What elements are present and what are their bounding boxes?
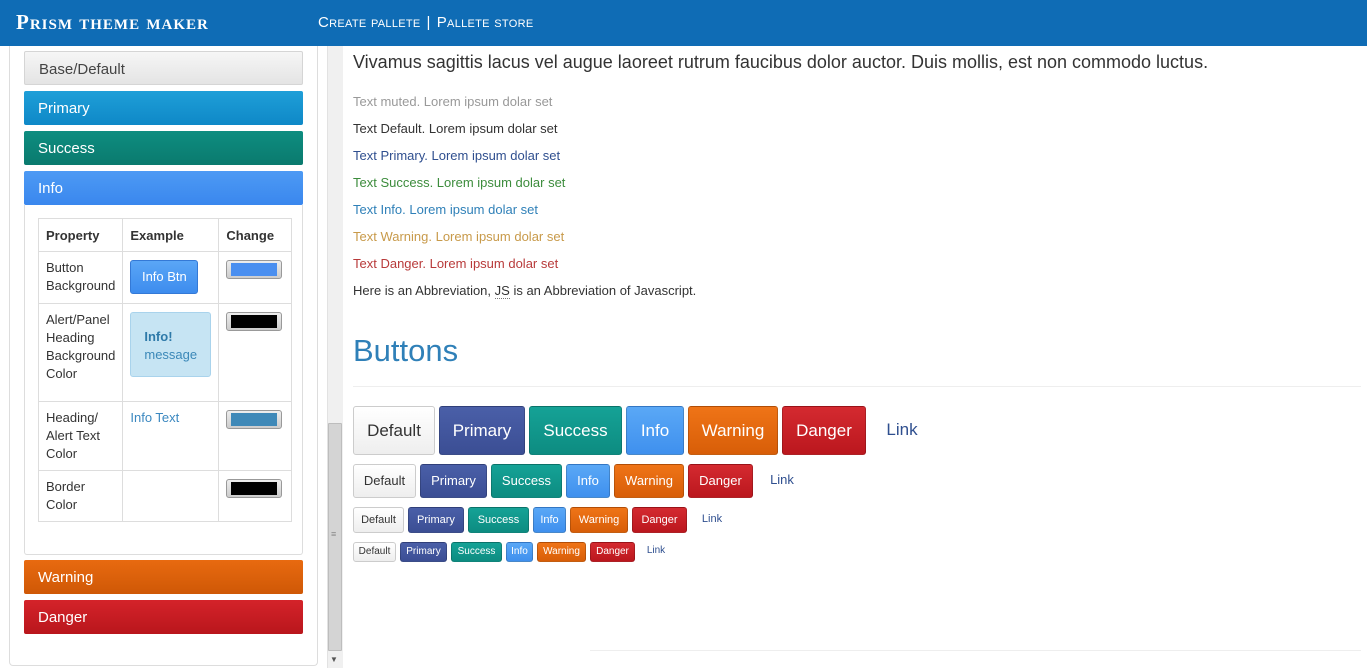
abbr-post: is an Abbreviation of Javascript.	[513, 283, 697, 298]
property-table: Property Example Change Button Backgroun…	[37, 218, 292, 522]
divider	[353, 386, 1361, 387]
color-picker-border-color[interactable]	[226, 479, 283, 498]
change-cell	[218, 470, 292, 522]
accordion-warning[interactable]: Warning	[24, 560, 303, 594]
table-header-row: Property Example Change	[37, 218, 292, 252]
accordion-danger[interactable]: Danger	[24, 600, 303, 634]
alert-message: message	[144, 347, 198, 362]
color-picker-button-bg[interactable]	[226, 260, 283, 279]
primary-button-xs[interactable]: Primary	[400, 542, 447, 562]
accordion-success[interactable]: Success	[24, 131, 303, 165]
warning-button-sm[interactable]: Warning	[570, 507, 628, 533]
example-cell: Info Text	[122, 401, 220, 471]
warning-button-xs[interactable]: Warning	[537, 542, 586, 562]
text-default: Text Default. Lorem ipsum dolar set	[353, 121, 558, 136]
buttons-row-xsmall: Default Primary Success Info Warning Dan…	[353, 542, 677, 562]
table-row: Border Color	[37, 470, 292, 522]
accordion-primary[interactable]: Primary	[24, 91, 303, 125]
change-cell	[218, 303, 292, 402]
nav-link-pallete-store[interactable]: Pallete store	[437, 14, 534, 31]
abbr-js[interactable]: JS	[494, 283, 510, 299]
success-button-sm[interactable]: Success	[468, 507, 529, 533]
text-muted: Text muted. Lorem ipsum dolar set	[353, 94, 553, 109]
header-change: Change	[218, 218, 292, 252]
alert-title: Info!	[144, 329, 173, 344]
danger-button-sm[interactable]: Danger	[632, 507, 687, 533]
change-cell	[218, 401, 292, 471]
buttons-row-large: Default Primary Success Info Warning Dan…	[353, 406, 938, 455]
success-button-lg[interactable]: Success	[529, 406, 622, 455]
link-button-xs[interactable]: Link	[639, 542, 673, 562]
default-button-sm[interactable]: Default	[353, 507, 404, 533]
danger-button-md[interactable]: Danger	[688, 464, 753, 498]
color-swatch	[231, 413, 278, 426]
abbreviation-line: Here is an Abbreviation, JS is an Abbrev…	[353, 283, 697, 299]
scroll-down-arrow-icon[interactable]: ▼	[330, 655, 338, 664]
info-btn-example[interactable]: Info Btn	[130, 260, 199, 294]
brand-title[interactable]: Prism theme maker	[16, 10, 209, 35]
color-picker-text-color[interactable]	[226, 410, 283, 429]
example-cell: Info! message	[122, 303, 220, 402]
example-cell: Info Btn	[122, 251, 220, 304]
warning-button-md[interactable]: Warning	[614, 464, 684, 498]
accordion-base-default[interactable]: Base/Default	[24, 51, 303, 85]
example-cell	[122, 470, 220, 522]
header-property: Property	[37, 218, 124, 252]
table-row: Button Background Info Btn	[37, 251, 292, 304]
primary-button-sm[interactable]: Primary	[408, 507, 464, 533]
bottom-divider	[590, 650, 1361, 651]
link-button-sm[interactable]: Link	[691, 507, 733, 533]
nav-links: Create pallete | Pallete store	[318, 14, 533, 31]
color-swatch	[231, 315, 278, 328]
info-button-md[interactable]: Info	[566, 464, 610, 498]
abbr-pre: Here is an Abbreviation,	[353, 283, 492, 298]
header-example: Example	[122, 218, 220, 252]
lead-paragraph: Vivamus sagittis lacus vel augue laoreet…	[353, 52, 1209, 72]
buttons-row-small: Default Primary Success Info Warning Dan…	[353, 507, 737, 533]
nav-separator: |	[426, 14, 431, 31]
primary-button-lg[interactable]: Primary	[439, 406, 525, 455]
table-row: Heading/ Alert Text Color Info Text	[37, 401, 292, 471]
text-warning: Text Warning. Lorem ipsum dolar set	[353, 229, 565, 244]
grip-icon: ≡	[331, 529, 337, 539]
primary-button-md[interactable]: Primary	[420, 464, 487, 498]
property-label: Border Color	[37, 470, 124, 522]
default-button-xs[interactable]: Default	[353, 542, 396, 562]
color-swatch	[231, 482, 278, 495]
info-alert-example: Info! message	[130, 312, 212, 377]
top-navbar: Prism theme maker Create pallete | Pallete…	[0, 0, 1367, 46]
table-row: Alert/Panel Heading Background Color Inf…	[37, 303, 292, 402]
nav-link-create-pallete[interactable]: Create pallete	[318, 14, 421, 31]
warning-button-lg[interactable]: Warning	[688, 406, 778, 455]
color-picker-heading-bg[interactable]	[226, 312, 283, 331]
link-button-lg[interactable]: Link	[870, 406, 934, 455]
change-cell	[218, 251, 292, 304]
default-button-lg[interactable]: Default	[353, 406, 435, 455]
buttons-heading: Buttons	[353, 333, 459, 368]
text-info: Text Info. Lorem ipsum dolar set	[353, 202, 538, 217]
buttons-row-medium: Default Primary Success Info Warning Dan…	[353, 464, 811, 498]
property-label: Heading/ Alert Text Color	[37, 401, 124, 471]
color-swatch	[231, 263, 278, 276]
property-label: Button Background	[37, 251, 124, 304]
text-primary: Text Primary. Lorem ipsum dolar set	[353, 148, 561, 163]
info-button-lg[interactable]: Info	[626, 406, 684, 455]
link-button-md[interactable]: Link	[757, 464, 807, 498]
danger-button-lg[interactable]: Danger	[782, 406, 866, 455]
success-button-md[interactable]: Success	[491, 464, 562, 498]
info-button-sm[interactable]: Info	[533, 507, 566, 533]
property-label: Alert/Panel Heading Background Color	[37, 303, 124, 402]
success-button-xs[interactable]: Success	[451, 542, 502, 562]
accordion-info[interactable]: Info	[24, 171, 303, 205]
danger-button-xs[interactable]: Danger	[590, 542, 635, 562]
info-text-example: Info Text	[130, 410, 180, 425]
default-button-md[interactable]: Default	[353, 464, 416, 498]
info-button-xs[interactable]: Info	[506, 542, 533, 562]
text-success: Text Success. Lorem ipsum dolar set	[353, 175, 566, 190]
text-danger: Text Danger. Lorem ipsum dolar set	[353, 256, 559, 271]
